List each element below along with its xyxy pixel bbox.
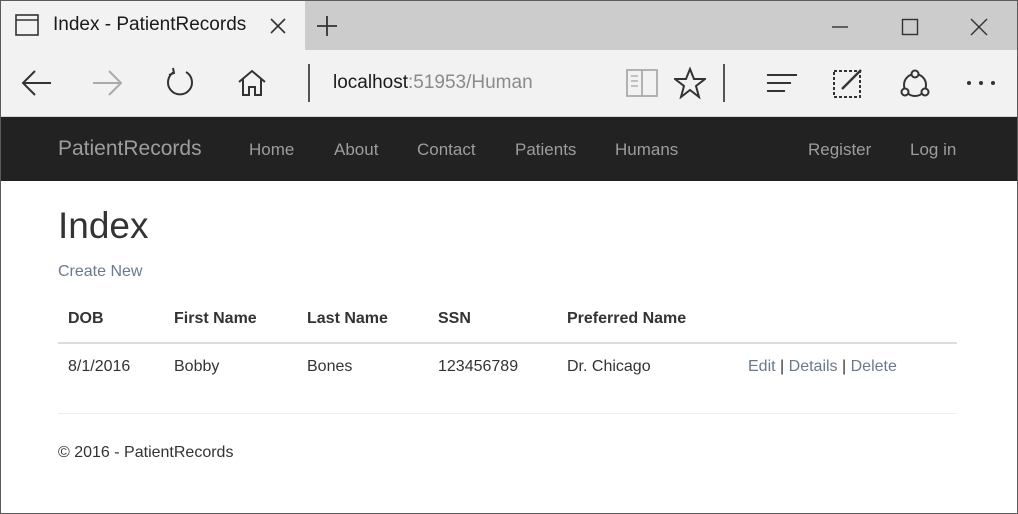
forward-arrow-icon[interactable]: [91, 67, 123, 104]
minimize-icon[interactable]: [830, 17, 850, 42]
reading-view-icon[interactable]: [625, 67, 659, 104]
column-header-ssn: SSN: [438, 310, 471, 327]
cell-dob: 8/1/2016: [68, 358, 131, 375]
nav-link-humans[interactable]: Humans: [615, 140, 678, 160]
page-title: Index: [58, 205, 149, 246]
nav-link-contact[interactable]: Contact: [417, 140, 476, 160]
browser-tab[interactable]: Index - PatientRecords: [1, 1, 305, 50]
nav-link-about[interactable]: About: [334, 140, 378, 160]
column-header-dob: DOB: [68, 310, 104, 327]
column-header-last-name: Last Name: [307, 310, 388, 327]
brand-link[interactable]: PatientRecords: [58, 137, 202, 161]
address-toolbar: localhost:51953/Human: [1, 50, 1017, 117]
table-header-divider: [58, 342, 957, 344]
url-path: :51953/Human: [408, 72, 533, 93]
back-arrow-icon[interactable]: [21, 67, 53, 104]
cell-preferred-name: Dr. Chicago: [567, 358, 651, 375]
home-icon[interactable]: [236, 67, 268, 104]
delete-link[interactable]: Delete: [851, 358, 897, 375]
tab-title: Index - PatientRecords: [53, 14, 247, 35]
hub-icon[interactable]: [765, 67, 799, 104]
cell-first-name: Bobby: [174, 358, 220, 375]
action-separator: |: [780, 358, 785, 375]
address-input[interactable]: localhost:51953/Human: [333, 72, 533, 94]
toolbar-separator: [723, 64, 725, 102]
url-host: localhost: [333, 72, 408, 93]
more-icon[interactable]: [965, 67, 997, 104]
favorite-star-icon[interactable]: [672, 66, 708, 104]
browser-window: Index - PatientRecords localhost:51953/H…: [0, 0, 1018, 514]
row-actions: Edit | Details | Delete: [748, 358, 897, 376]
nav-link-register[interactable]: Register: [808, 140, 871, 160]
new-tab-icon[interactable]: [315, 14, 339, 43]
edit-link[interactable]: Edit: [748, 358, 776, 375]
cell-last-name: Bones: [307, 358, 353, 375]
column-header-first-name: First Name: [174, 310, 257, 327]
page-icon: [15, 14, 39, 41]
details-link[interactable]: Details: [789, 358, 838, 375]
maximize-icon[interactable]: [900, 17, 920, 42]
action-separator: |: [842, 358, 847, 375]
refresh-icon[interactable]: [164, 67, 196, 104]
create-new-link[interactable]: Create New: [58, 263, 142, 281]
footer-copyright: © 2016 - PatientRecords: [58, 444, 234, 461]
web-note-icon[interactable]: [832, 67, 864, 104]
footer-divider: [58, 413, 957, 414]
cell-ssn: 123456789: [438, 358, 519, 375]
nav-link-home[interactable]: Home: [249, 140, 294, 160]
address-separator: [308, 64, 310, 102]
site-navbar: PatientRecords Home About Contact Patien…: [1, 117, 1017, 181]
nav-link-login[interactable]: Log in: [910, 140, 956, 160]
nav-link-patients[interactable]: Patients: [515, 140, 576, 160]
column-header-preferred-name: Preferred Name: [567, 310, 687, 327]
share-icon[interactable]: [898, 67, 932, 106]
close-tab-icon[interactable]: [269, 17, 287, 40]
close-window-icon[interactable]: [969, 17, 989, 42]
tab-strip: Index - PatientRecords: [1, 1, 1017, 50]
